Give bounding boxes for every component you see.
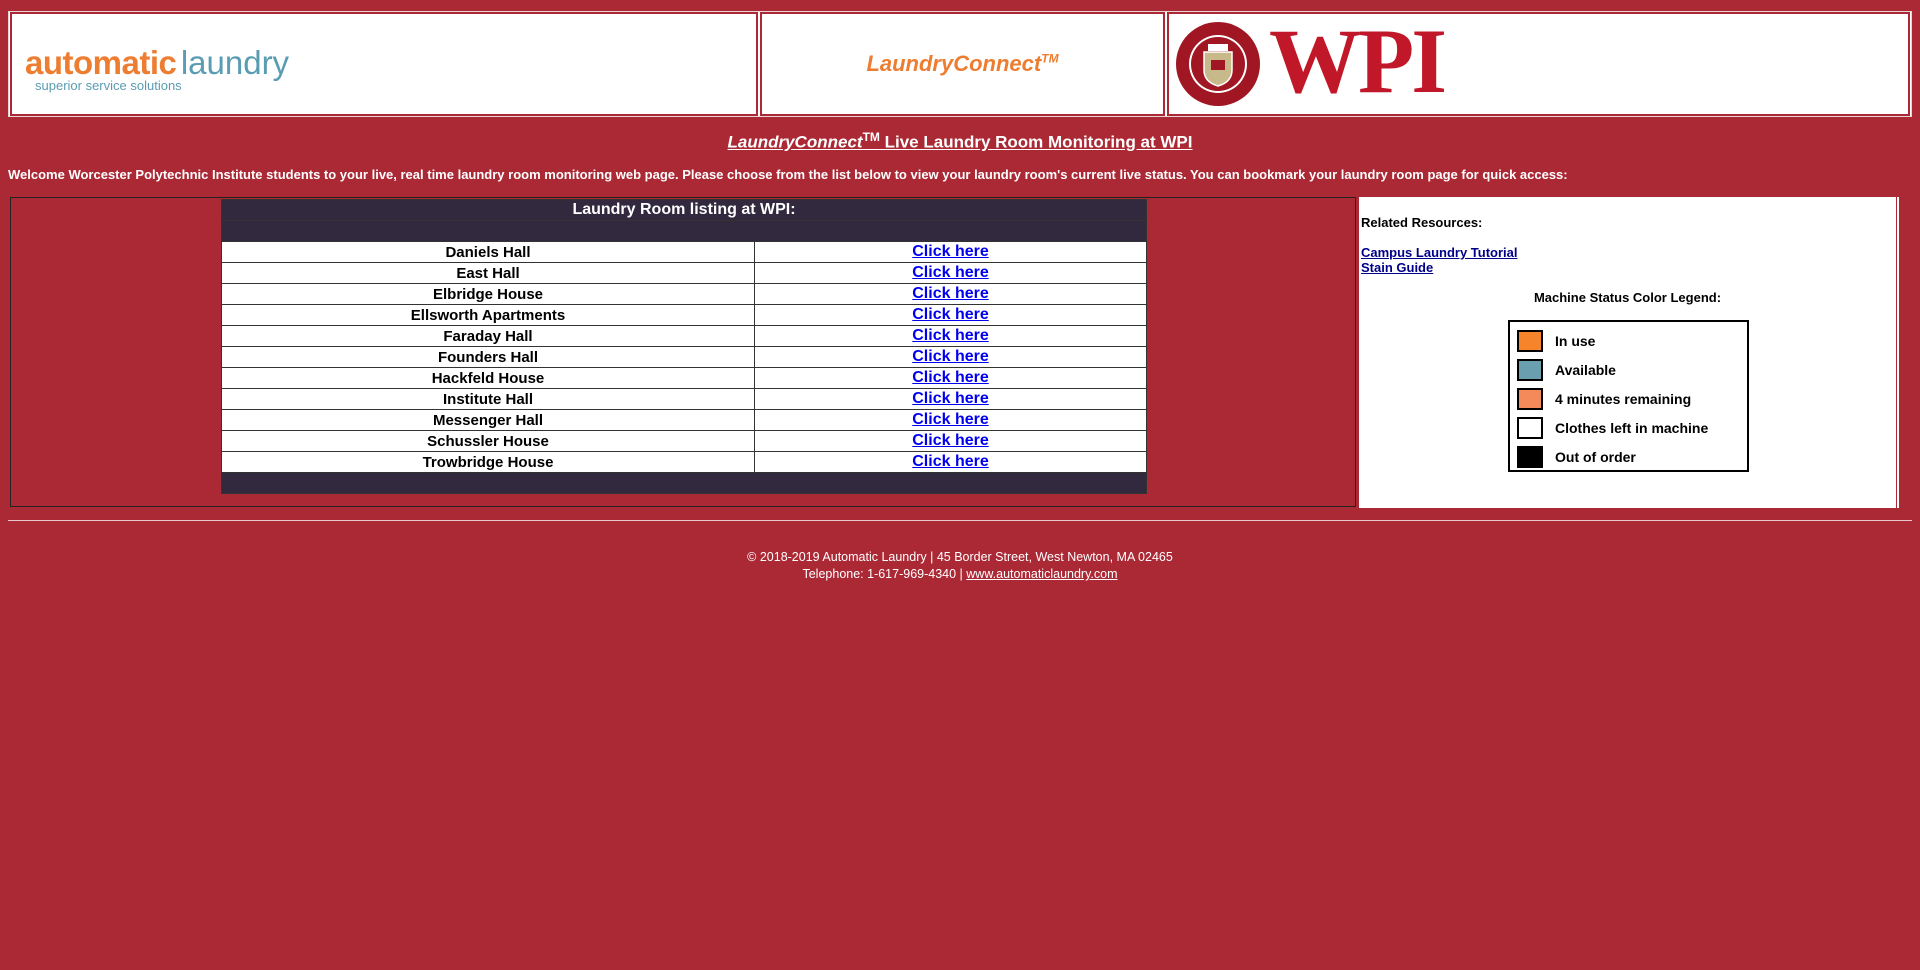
room-row: Hackfeld House Click here xyxy=(221,367,1147,389)
room-link-cell: Click here xyxy=(754,346,1147,368)
room-row: Messenger Hall Click here xyxy=(221,409,1147,431)
legend-swatch xyxy=(1517,445,1543,468)
legend-item: Clothes left in machine xyxy=(1510,413,1747,442)
room-name: Messenger Hall xyxy=(221,409,755,431)
wpi-wordmark[interactable]: WPI xyxy=(1269,8,1447,114)
room-row: Trowbridge House Click here xyxy=(221,451,1147,473)
room-name: East Hall xyxy=(221,262,755,284)
automatic-laundry-logo[interactable]: automatic laundry superior service solut… xyxy=(25,44,289,93)
room-link-cell: Click here xyxy=(754,262,1147,284)
room-click-here-link[interactable]: Click here xyxy=(912,390,988,407)
legend-swatch xyxy=(1517,329,1543,352)
room-name: Trowbridge House xyxy=(221,451,755,473)
legend-label: 4 minutes remaining xyxy=(1555,390,1692,407)
room-name: Founders Hall xyxy=(221,346,755,368)
room-name: Daniels Hall xyxy=(221,241,755,263)
room-click-here-link[interactable]: Click here xyxy=(912,411,988,428)
room-name: Hackfeld House xyxy=(221,367,755,389)
related-resources-links: Campus Laundry Tutorial Stain Guide xyxy=(1361,245,1518,275)
footer-telephone: Telephone: 1-617-969-4340 | xyxy=(802,567,967,581)
legend-swatch xyxy=(1517,387,1543,410)
room-name: Schussler House xyxy=(221,430,755,452)
room-click-here-link[interactable]: Click here xyxy=(912,243,988,260)
wpi-seal-icon xyxy=(1176,22,1260,106)
room-row: East Hall Click here xyxy=(221,262,1147,284)
room-row: Elbridge House Click here xyxy=(221,283,1147,305)
room-click-here-link[interactable]: Click here xyxy=(912,306,988,323)
room-name: Faraday Hall xyxy=(221,325,755,347)
room-listing-footer-bar xyxy=(221,472,1147,494)
footer-divider xyxy=(8,520,1912,521)
legend-swatch xyxy=(1517,416,1543,439)
related-resources-heading: Related Resources: xyxy=(1361,215,1483,230)
room-click-here-link[interactable]: Click here xyxy=(912,285,988,302)
room-row: Ellsworth Apartments Click here xyxy=(221,304,1147,326)
legend-swatch xyxy=(1517,358,1543,381)
room-click-here-link[interactable]: Click here xyxy=(912,348,988,365)
room-click-here-link[interactable]: Click here xyxy=(912,327,988,344)
room-link-cell: Click here xyxy=(754,325,1147,347)
sidebar-edge xyxy=(1897,197,1899,508)
room-link-cell: Click here xyxy=(754,451,1147,473)
legend-label: Out of order xyxy=(1555,448,1636,465)
automatic-laundry-logo-cell: automatic laundry superior service solut… xyxy=(10,12,758,116)
stain-guide-link[interactable]: Stain Guide xyxy=(1361,260,1518,275)
legend-label: In use xyxy=(1555,332,1596,349)
room-row: Institute Hall Click here xyxy=(221,388,1147,410)
room-listing-spacer xyxy=(221,220,1147,242)
footer-contact: Telephone: 1-617-969-4340 | www.automati… xyxy=(0,566,1920,583)
room-click-here-link[interactable]: Click here xyxy=(912,453,988,470)
legend-label: Available xyxy=(1555,361,1616,378)
legend-item: 4 minutes remaining xyxy=(1510,384,1747,413)
room-link-cell: Click here xyxy=(754,388,1147,410)
room-row: Faraday Hall Click here xyxy=(221,325,1147,347)
room-link-cell: Click here xyxy=(754,409,1147,431)
room-listing-container: Laundry Room listing at WPI: Daniels Hal… xyxy=(10,197,1356,507)
legend-label: Clothes left in machine xyxy=(1555,419,1709,436)
room-link-cell: Click here xyxy=(754,283,1147,305)
room-link-cell: Click here xyxy=(754,367,1147,389)
room-click-here-link[interactable]: Click here xyxy=(912,264,988,281)
header-banner: automatic laundry superior service solut… xyxy=(8,10,1912,117)
logo-automatic-text: automatic xyxy=(25,44,177,81)
room-link-cell: Click here xyxy=(754,304,1147,326)
laundryconnect-logo-cell: LaundryConnectTM xyxy=(760,12,1165,116)
room-row: Founders Hall Click here xyxy=(221,346,1147,368)
welcome-text: Welcome Worcester Polytechnic Institute … xyxy=(8,167,1568,182)
wpi-logo-cell: WPI xyxy=(1167,10,1910,116)
room-link-cell: Click here xyxy=(754,241,1147,263)
status-color-legend: In use Available 4 minutes remaining Clothe… xyxy=(1508,320,1749,472)
page-title: LaundryConnectTM Live Laundry Room Monit… xyxy=(727,130,1193,152)
room-row: Schussler House Click here xyxy=(221,430,1147,452)
room-listing-table: Laundry Room listing at WPI: Daniels Hal… xyxy=(221,199,1147,494)
room-click-here-link[interactable]: Click here xyxy=(912,369,988,386)
footer: © 2018-2019 Automatic Laundry | 45 Borde… xyxy=(0,549,1920,583)
legend-title: Machine Status Color Legend: xyxy=(1533,290,1722,305)
room-click-here-link[interactable]: Click here xyxy=(912,432,988,449)
room-name: Ellsworth Apartments xyxy=(221,304,755,326)
laundryconnect-logo: LaundryConnectTM xyxy=(866,51,1059,76)
campus-laundry-tutorial-link[interactable]: Campus Laundry Tutorial xyxy=(1361,245,1518,260)
legend-item: In use xyxy=(1510,326,1747,355)
footer-copyright: © 2018-2019 Automatic Laundry | 45 Borde… xyxy=(747,550,1173,564)
room-listing-header: Laundry Room listing at WPI: xyxy=(221,199,1147,221)
legend-item: Out of order xyxy=(1510,442,1747,471)
sidebar-resources: Related Resources: Campus Laundry Tutori… xyxy=(1359,197,1896,508)
room-name: Institute Hall xyxy=(221,388,755,410)
website-link[interactable]: www.automaticlaundry.com xyxy=(966,567,1117,581)
logo-laundry-text: laundry xyxy=(180,44,290,81)
room-name: Elbridge House xyxy=(221,283,755,305)
room-row: Daniels Hall Click here xyxy=(221,241,1147,263)
room-link-cell: Click here xyxy=(754,430,1147,452)
legend-item: Available xyxy=(1510,355,1747,384)
